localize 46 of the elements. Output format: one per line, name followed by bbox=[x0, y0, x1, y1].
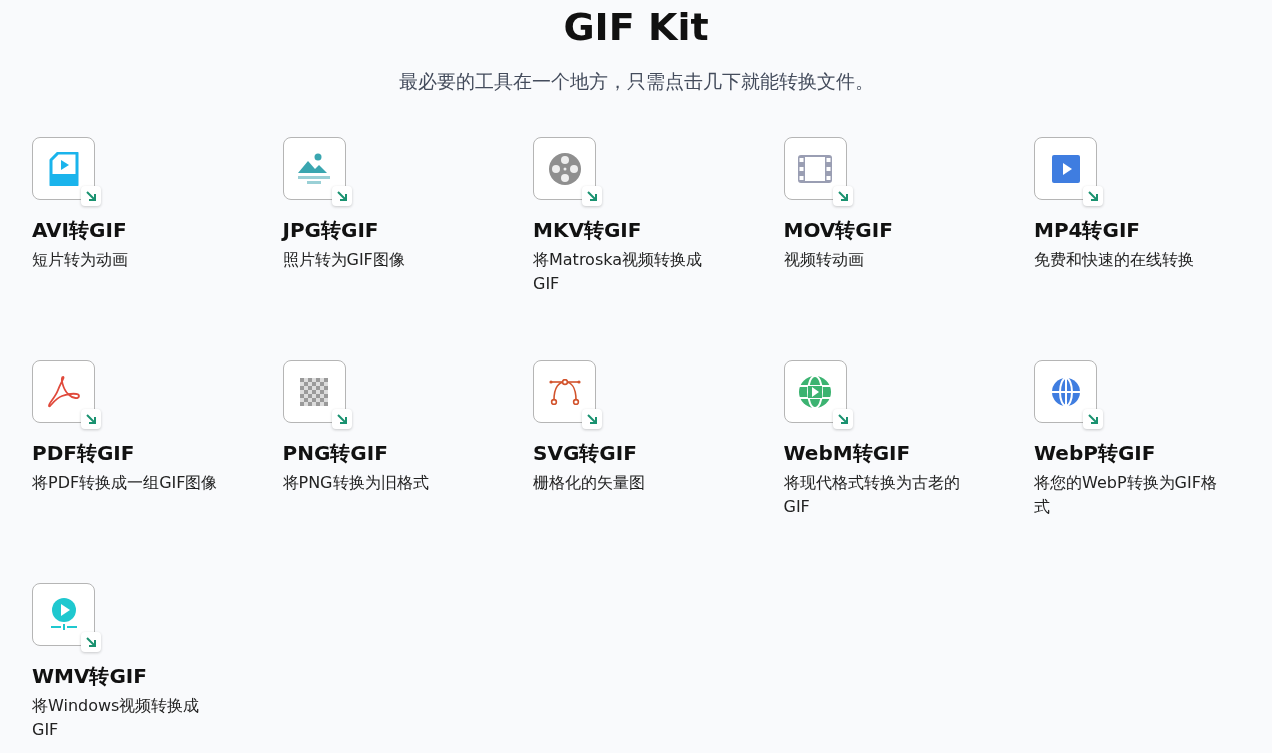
tool-tile[interactable] bbox=[282, 360, 346, 423]
play-circle-icon bbox=[48, 597, 79, 632]
play-icon bbox=[1051, 154, 1080, 183]
tool-description: 将您的WebP转换为GIF格式 bbox=[1034, 472, 1218, 518]
film-strip-icon bbox=[798, 154, 832, 183]
tool-tile[interactable] bbox=[533, 360, 596, 423]
tool-name[interactable]: AVI转GIF bbox=[32, 217, 127, 243]
tool-tile[interactable] bbox=[32, 137, 95, 200]
tool-description: 栅格化的矢量图 bbox=[533, 472, 646, 494]
tool-description: 将PDF转换成一组GIF图像 bbox=[32, 472, 219, 494]
tool-description: 免费和快速的在线转换 bbox=[1034, 249, 1195, 271]
page-subtitle: 最必要的工具在一个地方，只需点击几下就能转换文件。 bbox=[397, 69, 875, 94]
tool-description: 将现代格式转换为古老的GIF bbox=[783, 472, 961, 518]
tool-tile[interactable] bbox=[282, 137, 346, 200]
landscape-image-icon bbox=[297, 152, 331, 185]
tool-description: 短片转为动画 bbox=[32, 249, 129, 271]
tool-name[interactable]: WebM转GIF bbox=[783, 440, 911, 466]
tool-name[interactable]: SVG转GIF bbox=[533, 440, 637, 466]
tool-description: 将Matroska视频转换成GIF bbox=[533, 249, 704, 295]
tool-tile[interactable] bbox=[1034, 137, 1097, 200]
tool-description: 将PNG转换为旧格式 bbox=[282, 472, 430, 494]
checkerboard-icon bbox=[300, 377, 328, 406]
tool-name[interactable]: WMV转GIF bbox=[32, 663, 147, 689]
tool-tile[interactable] bbox=[32, 583, 95, 646]
tool-tile[interactable] bbox=[783, 137, 847, 200]
tool-description: 视频转动画 bbox=[783, 249, 865, 271]
page-title: GIF Kit bbox=[562, 4, 710, 50]
tool-name[interactable]: JPG转GIF bbox=[282, 217, 379, 243]
tool-tile[interactable] bbox=[533, 137, 596, 200]
acrobat-icon bbox=[46, 374, 81, 409]
tool-tile[interactable] bbox=[32, 360, 95, 423]
tool-tile[interactable] bbox=[1034, 360, 1097, 423]
tool-description: 照片转为GIF图像 bbox=[282, 249, 406, 271]
tool-name[interactable]: WebP转GIF bbox=[1034, 440, 1156, 466]
film-reel-icon bbox=[547, 151, 582, 186]
globe-play-icon bbox=[798, 374, 832, 409]
tool-name[interactable]: PNG转GIF bbox=[282, 440, 388, 466]
tool-name[interactable]: MP4转GIF bbox=[1034, 217, 1140, 243]
globe-icon bbox=[1050, 376, 1081, 407]
tool-name[interactable]: PDF转GIF bbox=[32, 440, 135, 466]
tool-name[interactable]: MOV转GIF bbox=[783, 217, 893, 243]
tool-tile[interactable] bbox=[783, 360, 847, 423]
tool-description: 将Windows视频转换成GIF bbox=[32, 695, 201, 741]
tool-name[interactable]: MKV转GIF bbox=[533, 217, 642, 243]
video-file-icon bbox=[48, 151, 79, 186]
bezier-curve-icon bbox=[548, 378, 581, 405]
